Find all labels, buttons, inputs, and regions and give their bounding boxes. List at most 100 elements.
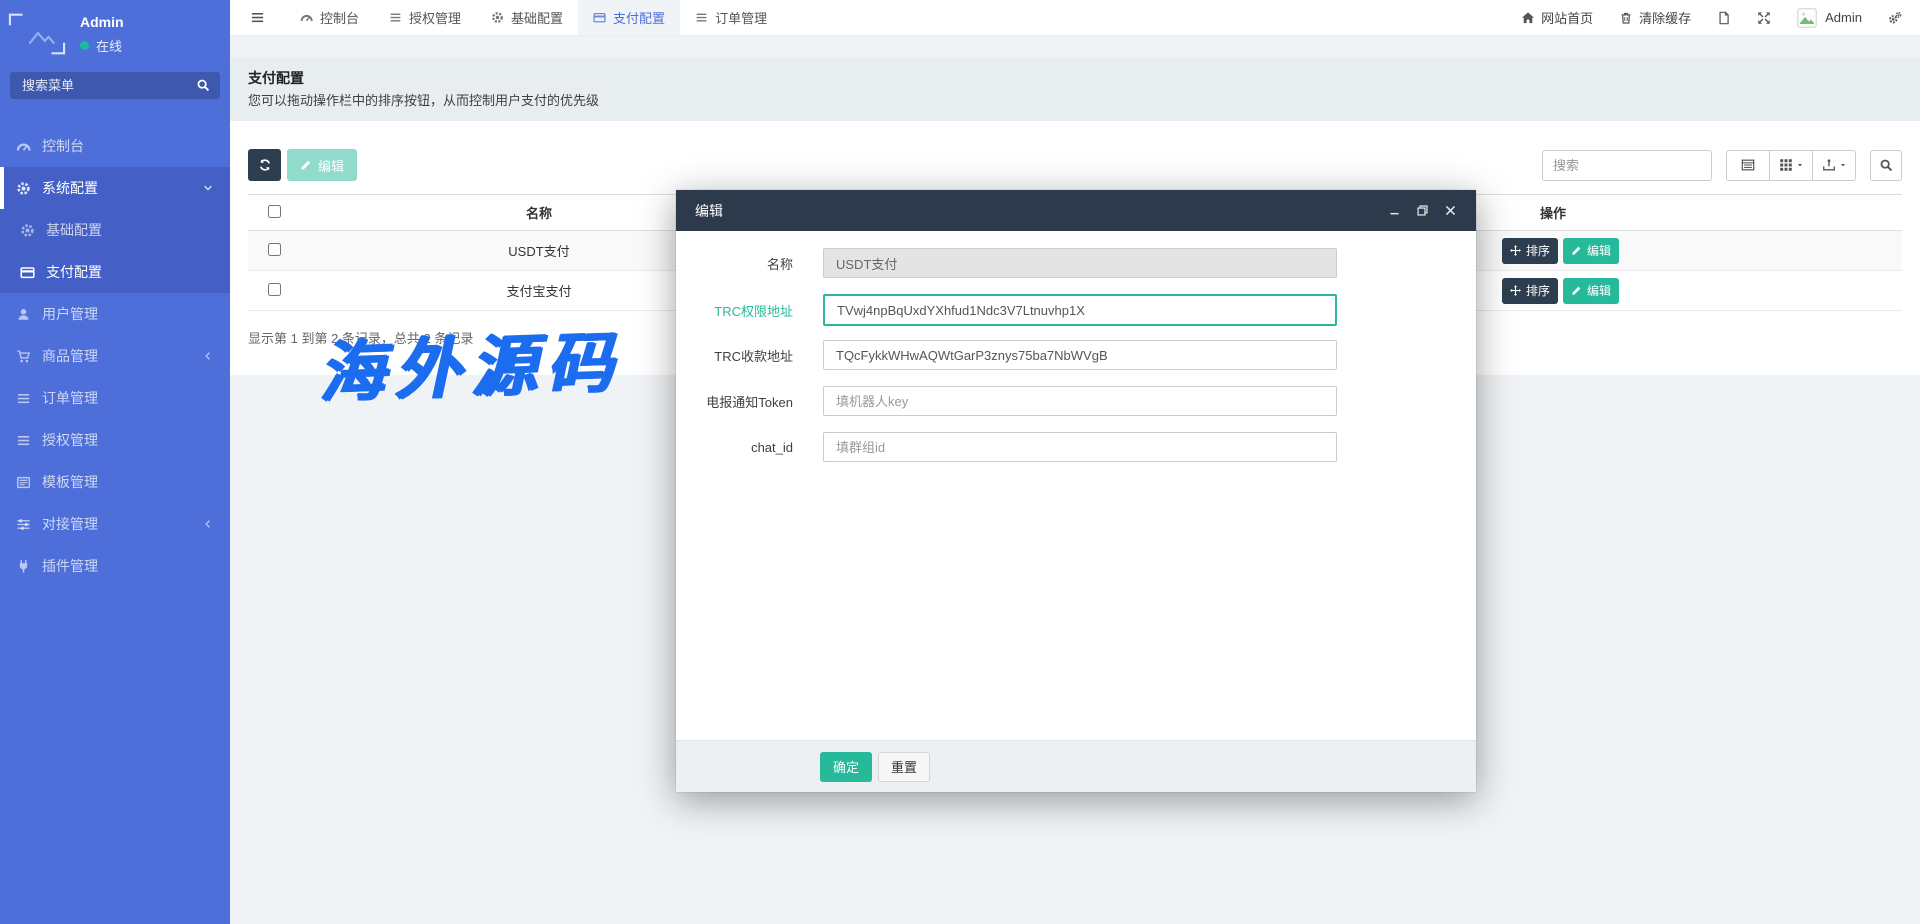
sidebar-item-base-config[interactable]: 基础配置 — [0, 209, 230, 251]
sidebar-item-auth-management[interactable]: 授权管理 — [0, 419, 230, 461]
sidebar-item-label: 商品管理 — [42, 346, 98, 366]
move-icon — [1510, 245, 1521, 256]
sort-drag-button[interactable]: 排序 — [1502, 238, 1558, 264]
maximize-button[interactable] — [1416, 204, 1429, 217]
sidebar-item-goods-management[interactable]: 商品管理 — [0, 335, 230, 377]
field-label: 电报通知Token — [676, 392, 793, 411]
sidebar-item-payment-config[interactable]: 支付配置 — [0, 251, 230, 293]
expand-icon — [1757, 11, 1771, 25]
tab-order-management[interactable]: 订单管理 — [680, 0, 782, 35]
clear-cache-label: 清除缓存 — [1639, 8, 1691, 27]
sidebar-item-plugin-management[interactable]: 插件管理 — [0, 545, 230, 587]
settings-button[interactable] — [1888, 11, 1902, 25]
form-row-name: 名称 — [676, 248, 1476, 278]
chat-id-field[interactable] — [823, 432, 1337, 462]
admin-menu[interactable]: Admin — [1797, 8, 1862, 28]
table-search-input[interactable] — [1542, 150, 1712, 181]
trash-icon — [1619, 11, 1633, 25]
search-icon[interactable] — [196, 78, 210, 92]
pencil-icon — [1571, 285, 1582, 296]
reset-button[interactable]: 重置 — [878, 752, 930, 782]
file-icon — [1717, 11, 1731, 25]
telegram-token-field[interactable] — [823, 386, 1337, 416]
confirm-button[interactable]: 确定 — [820, 752, 872, 782]
list-icon — [16, 433, 31, 448]
fullscreen-button[interactable] — [1757, 11, 1771, 25]
row-checkbox[interactable] — [268, 283, 281, 296]
form-row-chat-id: chat_id — [676, 432, 1476, 462]
status-label: 在线 — [96, 36, 122, 55]
detail-view-icon — [1741, 158, 1755, 172]
sidebar-toggle-button[interactable] — [230, 0, 285, 35]
field-label: TRC收款地址 — [676, 346, 793, 365]
pencil-icon — [1571, 245, 1582, 256]
tab-payment-config[interactable]: 支付配置 — [578, 0, 680, 35]
row-edit-button[interactable]: 编辑 — [1563, 238, 1619, 264]
gear-icon — [16, 181, 31, 196]
pencil-icon — [300, 159, 312, 171]
tab-console[interactable]: 控制台 — [285, 0, 374, 35]
sidebar-item-integration-management[interactable]: 对接管理 — [0, 503, 230, 545]
edit-selected-button[interactable]: 编辑 — [287, 149, 357, 181]
form-row-trc-receive-address: TRC收款地址 — [676, 340, 1476, 370]
form-row-trc-auth-address: TRC权限地址 — [676, 294, 1476, 326]
caret-down-icon — [1839, 161, 1847, 169]
sidebar-item-user-management[interactable]: 用户管理 — [0, 293, 230, 335]
sidebar-item-label: 订单管理 — [42, 388, 98, 408]
gear-icon — [20, 223, 35, 238]
page-title: 支付配置 — [248, 70, 1902, 86]
tab-label: 支付配置 — [613, 8, 665, 27]
sidebar-item-template-management[interactable]: 模板管理 — [0, 461, 230, 503]
close-icon — [1444, 204, 1457, 217]
table-toolbar: 编辑 — [248, 149, 1902, 181]
dialog-titlebar[interactable]: 编辑 — [676, 190, 1476, 231]
search-toggle-button[interactable] — [1870, 150, 1902, 181]
sidebar-item-order-management[interactable]: 订单管理 — [0, 377, 230, 419]
sort-drag-button[interactable]: 排序 — [1502, 278, 1558, 304]
page-subtitle: 您可以拖动操作栏中的排序按钮，从而控制用户支付的优先级 — [248, 93, 1902, 109]
tab-label: 基础配置 — [511, 8, 563, 27]
avatar — [1797, 8, 1817, 28]
detail-view-button[interactable] — [1726, 150, 1770, 181]
hamburger-icon — [250, 10, 265, 25]
clear-cache-link[interactable]: 清除缓存 — [1619, 8, 1691, 27]
minimize-button[interactable] — [1388, 204, 1401, 217]
template-icon — [16, 475, 31, 490]
export-button[interactable] — [1812, 150, 1856, 181]
select-all-checkbox[interactable] — [268, 205, 281, 218]
dialog-body: 名称 TRC权限地址 TRC收款地址 电报通知Token chat_id — [676, 231, 1476, 740]
search-icon — [1879, 158, 1893, 172]
credit-card-icon — [20, 265, 35, 280]
sidebar-item-console[interactable]: 控制台 — [0, 125, 230, 167]
row-checkbox[interactable] — [268, 243, 281, 256]
sidebar-item-system-config[interactable]: 系统配置 — [0, 167, 230, 209]
tab-auth-management[interactable]: 授权管理 — [374, 0, 476, 35]
sidebar-item-label: 控制台 — [42, 136, 84, 156]
sidebar-item-label: 用户管理 — [42, 304, 98, 324]
user-icon — [16, 307, 31, 322]
dialog-footer: 确定 重置 — [676, 740, 1476, 792]
site-home-link[interactable]: 网站首页 — [1521, 8, 1593, 27]
user-status: 在线 — [80, 36, 124, 55]
row-edit-button[interactable]: 编辑 — [1563, 278, 1619, 304]
list-icon — [389, 11, 402, 24]
sidebar: Admin 在线 控制台 系统配置 基础配置 支付配置 — [0, 0, 230, 924]
edit-dialog: 编辑 名称 TRC权限地址 TRC收款地址 电报通知Token chat_id — [676, 190, 1476, 792]
menu-search-input[interactable] — [10, 72, 220, 99]
minimize-icon — [1388, 204, 1401, 217]
restore-icon — [1416, 204, 1429, 217]
sidebar-item-label: 插件管理 — [42, 556, 98, 576]
columns-button[interactable] — [1769, 150, 1813, 181]
sidebar-item-label: 基础配置 — [46, 220, 102, 240]
trc-auth-address-field[interactable] — [823, 294, 1337, 326]
edit-button-label: 编辑 — [1587, 242, 1611, 259]
page-header: 支付配置 您可以拖动操作栏中的排序按钮，从而控制用户支付的优先级 — [230, 58, 1920, 121]
gauge-icon — [16, 139, 31, 154]
file-shortcut-button[interactable] — [1717, 11, 1731, 25]
caret-down-icon — [1796, 161, 1804, 169]
close-button[interactable] — [1444, 204, 1457, 217]
refresh-button[interactable] — [248, 149, 281, 181]
tab-base-config[interactable]: 基础配置 — [476, 0, 578, 35]
trc-receive-address-field[interactable] — [823, 340, 1337, 370]
broken-avatar-image-icon — [8, 12, 66, 56]
